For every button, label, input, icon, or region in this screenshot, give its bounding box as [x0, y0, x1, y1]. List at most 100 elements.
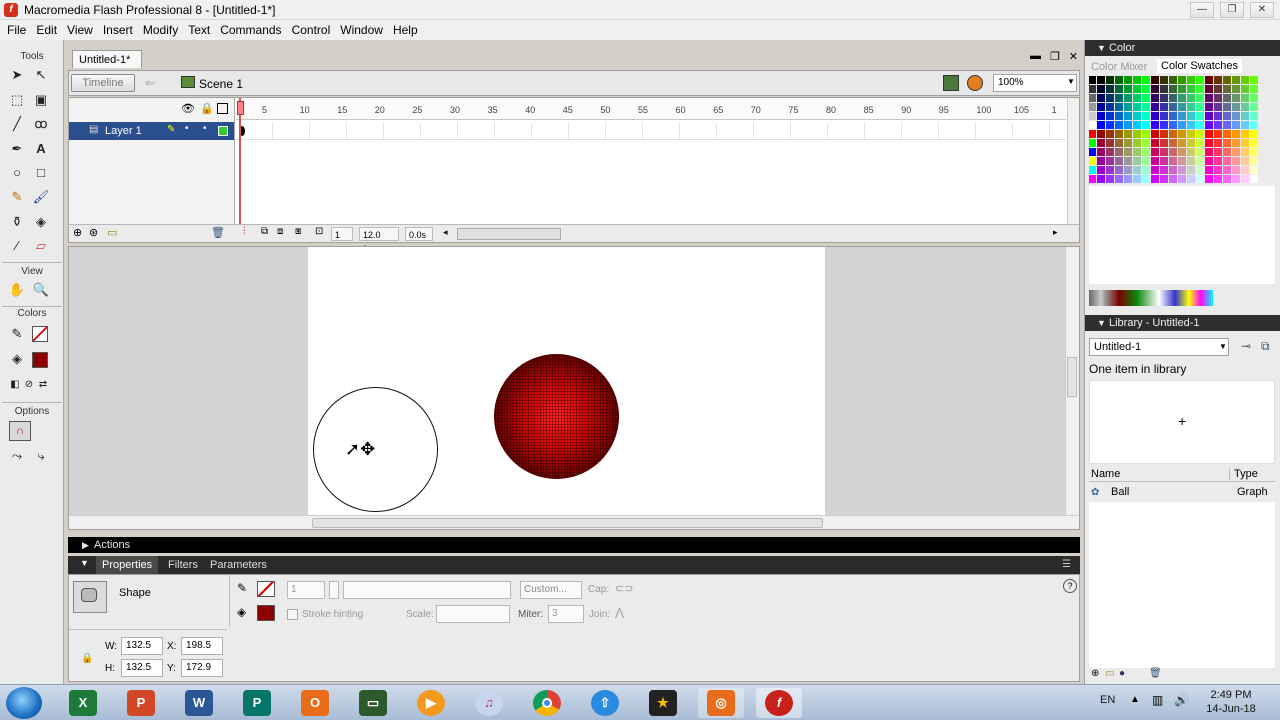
system-color-swatch[interactable]	[1089, 148, 1096, 156]
menu-control[interactable]: Control	[287, 20, 336, 40]
timeline-toggle-button[interactable]: Timeline	[71, 74, 135, 92]
color-swatch[interactable]	[1097, 121, 1105, 129]
color-swatch[interactable]	[1223, 85, 1231, 93]
edit-multiple-frames-icon[interactable]: ⧆	[295, 226, 301, 237]
color-swatch[interactable]	[1142, 130, 1150, 138]
color-swatch[interactable]	[1232, 85, 1240, 93]
color-swatch[interactable]	[1151, 103, 1159, 111]
subselection-tool-icon[interactable]: ↖	[30, 64, 52, 86]
color-swatch[interactable]	[1151, 175, 1159, 183]
lasso-tool-icon[interactable]: ꝏ	[30, 113, 52, 135]
maximize-button[interactable]: ❐	[1220, 2, 1244, 18]
color-swatch[interactable]	[1169, 157, 1177, 165]
ball-graphic[interactable]	[494, 354, 619, 479]
color-swatch[interactable]	[1142, 139, 1150, 147]
menu-view[interactable]: View	[62, 20, 98, 40]
color-swatch[interactable]	[1178, 175, 1186, 183]
color-swatch[interactable]	[1169, 103, 1177, 111]
frame-ruler[interactable]: 1510152025303540455055606570758085909510…	[236, 98, 1066, 120]
join-select-icon[interactable]: ⋀	[615, 606, 624, 619]
menu-modify[interactable]: Modify	[138, 20, 183, 40]
timeline-vertical-scrollbar[interactable]	[1067, 98, 1079, 224]
color-swatch[interactable]	[1142, 94, 1150, 102]
color-swatch[interactable]	[1241, 175, 1249, 183]
color-swatch[interactable]	[1124, 103, 1132, 111]
menu-text[interactable]: Text	[183, 20, 215, 40]
color-swatch[interactable]	[1115, 112, 1123, 120]
color-swatch[interactable]	[1241, 130, 1249, 138]
color-swatch[interactable]	[1178, 94, 1186, 102]
color-swatch[interactable]	[1250, 121, 1258, 129]
color-swatch[interactable]	[1214, 121, 1222, 129]
color-swatch[interactable]	[1097, 166, 1105, 174]
close-button[interactable]: ✕	[1250, 2, 1274, 18]
taskbar-flash[interactable]: f	[756, 688, 802, 718]
color-swatch[interactable]	[1106, 130, 1114, 138]
color-swatch[interactable]	[1250, 157, 1258, 165]
color-swatch[interactable]	[1250, 130, 1258, 138]
network-icon[interactable]: ▥	[1152, 693, 1163, 707]
doc-restore-icon[interactable]: ❐	[1050, 50, 1060, 66]
system-color-swatch[interactable]	[1089, 130, 1096, 138]
color-swatch[interactable]	[1160, 175, 1168, 183]
color-swatch[interactable]	[1115, 121, 1123, 129]
color-swatch[interactable]	[1214, 85, 1222, 93]
color-swatch[interactable]	[1241, 157, 1249, 165]
color-swatch[interactable]	[1214, 175, 1222, 183]
cap-select-icon[interactable]: ⊂⊃	[615, 582, 633, 595]
color-swatch[interactable]	[1106, 112, 1114, 120]
color-swatch[interactable]	[1115, 148, 1123, 156]
edit-symbols-icon[interactable]	[967, 75, 983, 91]
color-swatch[interactable]	[1142, 103, 1150, 111]
color-swatch[interactable]	[1205, 130, 1213, 138]
straighten-icon[interactable]: ⤷	[30, 445, 52, 467]
color-swatch[interactable]	[1178, 148, 1186, 156]
new-folder-icon[interactable]: ▭	[1105, 668, 1114, 679]
hand-tool-icon[interactable]: ✋	[6, 279, 28, 301]
library-select-dropdown-icon[interactable]: ▼	[1219, 342, 1227, 351]
color-swatch[interactable]	[1169, 175, 1177, 183]
color-swatch[interactable]	[1115, 103, 1123, 111]
color-swatch[interactable]	[1196, 139, 1204, 147]
color-swatch[interactable]	[1205, 175, 1213, 183]
color-swatch[interactable]	[1124, 76, 1132, 84]
color-swatch[interactable]	[1187, 94, 1195, 102]
color-swatch[interactable]	[1223, 157, 1231, 165]
pin-library-icon[interactable]: ⊸	[1241, 339, 1251, 353]
color-swatch[interactable]	[1133, 121, 1141, 129]
color-swatch[interactable]	[1205, 157, 1213, 165]
tab-color-swatches[interactable]: Color Swatches	[1157, 59, 1243, 73]
color-swatch[interactable]	[1196, 94, 1204, 102]
color-swatch[interactable]	[1133, 130, 1141, 138]
color-swatch[interactable]	[1133, 112, 1141, 120]
tab-properties[interactable]: Properties	[96, 556, 159, 574]
color-swatch[interactable]	[1196, 76, 1204, 84]
color-swatch[interactable]	[1187, 103, 1195, 111]
color-swatch[interactable]	[1160, 139, 1168, 147]
color-swatch[interactable]	[1187, 157, 1195, 165]
menu-commands[interactable]: Commands	[215, 20, 286, 40]
start-button[interactable]	[6, 687, 42, 719]
color-swatch[interactable]	[1205, 94, 1213, 102]
color-swatch[interactable]	[1232, 148, 1240, 156]
system-color-swatch[interactable]	[1089, 85, 1096, 93]
color-swatch[interactable]	[1178, 139, 1186, 147]
ink-bottle-tool-icon[interactable]: ⚱	[6, 211, 28, 233]
color-swatch[interactable]	[1115, 94, 1123, 102]
color-swatch[interactable]	[1106, 85, 1114, 93]
color-swatch[interactable]	[1160, 148, 1168, 156]
color-swatch[interactable]	[1232, 139, 1240, 147]
color-swatch[interactable]	[1106, 139, 1114, 147]
system-color-swatch[interactable]	[1089, 139, 1096, 147]
color-swatch[interactable]	[1205, 112, 1213, 120]
color-swatch[interactable]	[1223, 103, 1231, 111]
color-swatch[interactable]	[1142, 148, 1150, 156]
color-swatch[interactable]	[1124, 166, 1132, 174]
show-hide-all-icon[interactable]: 👁	[181, 102, 195, 115]
library-panel-header[interactable]: ▼ Library - Untitled-1	[1085, 315, 1280, 331]
props-fill-color-swatch[interactable]	[257, 605, 275, 621]
layer-visible-dot[interactable]: •	[185, 123, 189, 134]
taskbar-itunes[interactable]: ♫	[466, 688, 512, 718]
color-swatch[interactable]	[1214, 94, 1222, 102]
color-swatch[interactable]	[1097, 76, 1105, 84]
